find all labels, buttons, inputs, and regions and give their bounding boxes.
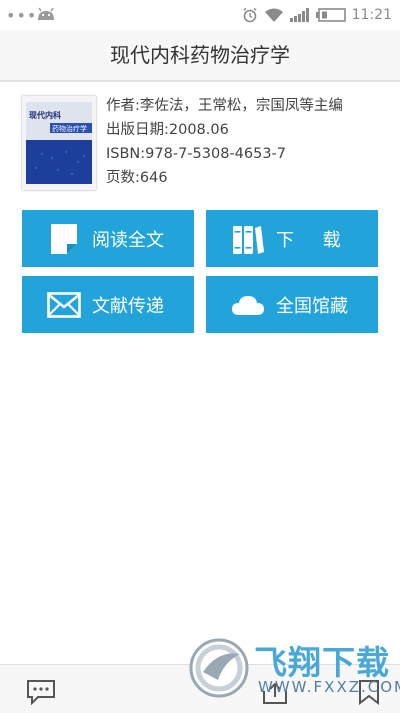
book-info: 作者:李佐法，王常松，宗国凤等主编 出版日期:2008.06 ISBN:978-… <box>106 94 396 190</box>
download-label: 下 载 <box>276 229 341 251</box>
cover-title-line1: 现代内科 <box>29 110 61 120</box>
national-holdings-label: 全国馆藏 <box>276 295 348 317</box>
comment-icon[interactable] <box>26 679 56 705</box>
more-dots-icon: ••• <box>6 6 38 25</box>
battery-icon <box>315 8 346 22</box>
clock-time: 11:21 <box>351 7 392 23</box>
watermark-text: 飞翔下载 <box>254 643 390 682</box>
book-pages: 页数:646 <box>106 170 168 186</box>
book-publish-date: 出版日期:2008.06 <box>106 122 229 138</box>
android-icon <box>38 7 54 20</box>
book-isbn: ISBN:978-7-5308-4653-7 <box>106 146 287 162</box>
read-full-text-label: 阅读全文 <box>92 229 164 251</box>
wifi-icon <box>264 8 283 22</box>
books-icon <box>230 222 266 256</box>
national-holdings-button[interactable]: 全国馆藏 <box>206 276 378 333</box>
watermark: 飞翔下载 WWW.FXXZ.COM <box>188 632 400 706</box>
watermark-logo <box>189 638 249 698</box>
document-delivery-label: 文献传递 <box>92 295 164 317</box>
alarm-icon <box>243 7 257 23</box>
document-delivery-button[interactable]: 文献传递 <box>22 276 194 333</box>
read-full-text-button[interactable]: 阅读全文 <box>22 210 194 267</box>
envelope-icon <box>46 288 82 322</box>
download-button[interactable]: 下 载 <box>206 210 378 267</box>
book-author: 作者:李佐法，王常松，宗国凤等主编 <box>106 98 343 114</box>
watermark-url: WWW.FXXZ.COM <box>258 678 400 696</box>
status-bar: ••• 11:21 <box>0 0 400 30</box>
document-icon <box>46 222 82 256</box>
signal-icon <box>289 8 309 22</box>
cover-title-line2: 药物治疗学 <box>52 124 87 133</box>
page-title: 现代内科药物治疗学 <box>0 30 400 82</box>
cloud-icon <box>230 288 266 322</box>
book-cover[interactable]: 现代内科 药物治疗学 <box>22 96 96 190</box>
